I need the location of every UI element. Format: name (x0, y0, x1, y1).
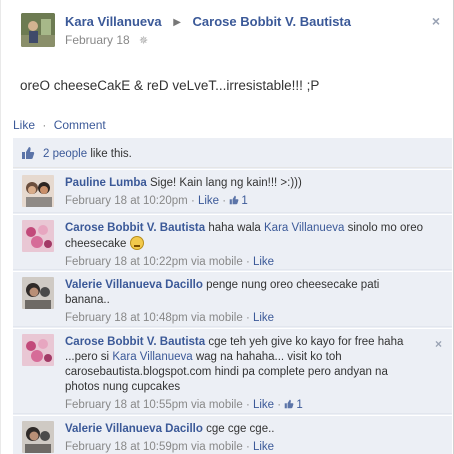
comment-text: cge cge cge.. (206, 423, 275, 435)
arrow-right-icon: ▶ (173, 17, 181, 28)
comment-link[interactable]: Comment (54, 118, 106, 132)
comment-via: via mobile (190, 441, 243, 453)
comment-like-link[interactable]: Like (253, 256, 274, 268)
post-date-row: February 18 ✵ (65, 33, 148, 47)
comment-author[interactable]: Pauline Lumba (65, 177, 147, 189)
action-bar: Like · Comment (13, 118, 452, 136)
commenter-avatar[interactable] (22, 220, 54, 252)
comment-item: Valerie Villanueva Dacillo penge nung or… (13, 271, 452, 327)
comment-body: Valerie Villanueva Dacillo cge cge cge..… (65, 422, 425, 454)
comment-item: Valerie Villanueva Dacillo cge cge cge..… (13, 415, 452, 454)
gear-icon: ✵ (139, 35, 149, 47)
comment-author[interactable]: Carose Bobbit V. Bautista (65, 222, 205, 234)
comment-like-link[interactable]: Like (198, 195, 219, 207)
post-message: oreO cheeseCakE & reD veLveT...irresista… (20, 78, 320, 93)
comment-meta: February 18 at 10:55pm via mobile · Like… (65, 399, 303, 411)
comment-time[interactable]: February 18 at 10:55pm (65, 399, 188, 411)
avatar-image (22, 220, 54, 252)
thumbs-up-icon (22, 147, 35, 159)
comment-via: via mobile (190, 312, 243, 324)
mention-link[interactable]: Kara Villanueva (264, 222, 344, 234)
likes-suffix: like this. (90, 148, 132, 160)
avatar-image (22, 277, 54, 309)
post-date[interactable]: February 18 (65, 33, 130, 47)
commenter-avatar[interactable] (22, 277, 54, 309)
likes-summary: 2 people like this. (13, 138, 452, 168)
commenter-avatar[interactable] (22, 421, 54, 453)
comment-item: Carose Bobbit V. Bautista cge teh yeh gi… (13, 328, 452, 414)
comment-item: Pauline Lumba Sige! Kain lang ng kain!!!… (13, 169, 452, 213)
comment-meta: February 18 at 10:48pm via mobile · Like (65, 312, 275, 324)
comment-like-link[interactable]: Like (253, 441, 274, 453)
post-names: Kara Villanueva ▶ Carose Bobbit V. Bauti… (65, 14, 351, 29)
comment-body: Valerie Villanueva Dacillo penge nung or… (65, 278, 425, 326)
like-link[interactable]: Like (13, 118, 35, 132)
close-icon[interactable]: × (435, 337, 442, 351)
thumbs-up-icon (230, 195, 239, 205)
avatar-image (22, 334, 54, 366)
like-count-value: 1 (296, 399, 303, 411)
commenter-avatar[interactable] (22, 334, 54, 366)
comment-text: Sige! Kain lang ng kain!!! >:))) (150, 177, 302, 189)
comment-like-link[interactable]: Like (253, 312, 274, 324)
comment-author[interactable]: Valerie Villanueva Dacillo (65, 423, 203, 435)
comment-like-count[interactable]: 1 (284, 399, 303, 411)
comment-body: Pauline Lumba Sige! Kain lang ng kain!!!… (65, 176, 425, 209)
commenter-avatar[interactable] (22, 175, 54, 207)
author-avatar[interactable] (21, 13, 55, 47)
comment-meta: February 18 at 10:22pm via mobile · Like (65, 256, 275, 268)
like-count-value: 1 (241, 195, 248, 207)
post-header: Kara Villanueva ▶ Carose Bobbit V. Bauti… (1, 0, 454, 60)
avatar-image (22, 175, 54, 207)
likes-count-link[interactable]: 2 people (43, 148, 87, 160)
avatar-image (22, 421, 54, 453)
comment-text-a: haha wala (208, 222, 261, 234)
comment-via: via mobile (190, 399, 243, 411)
comment-like-link[interactable]: Like (253, 399, 274, 411)
comment-via: via mobile (190, 256, 243, 268)
comment-time[interactable]: February 18 at 10:59pm (65, 441, 188, 453)
mention-link[interactable]: Kara Villanueva (112, 351, 192, 363)
likes-text: 2 people like this. (43, 148, 132, 160)
comment-time[interactable]: February 18 at 10:20pm (65, 195, 188, 207)
comment-like-count[interactable]: 1 (229, 195, 248, 207)
comment-time[interactable]: February 18 at 10:22pm (65, 256, 188, 268)
thumbs-up-icon (285, 399, 294, 409)
comment-item: Carose Bobbit V. Bautista haha wala Kara… (13, 214, 452, 270)
comment-body: Carose Bobbit V. Bautista haha wala Kara… (65, 221, 425, 270)
action-separator: · (42, 118, 47, 132)
comment-meta: February 18 at 10:20pm · Like · 1 (65, 195, 248, 207)
comment-time[interactable]: February 18 at 10:48pm (65, 312, 188, 324)
post-target-link[interactable]: Carose Bobbit V. Bautista (193, 14, 351, 29)
smiley-icon (129, 236, 144, 250)
close-icon[interactable]: × (432, 14, 440, 28)
feedback-panel: 2 people like this. Pauline Lumba Sige! … (13, 138, 452, 454)
story-post: Kara Villanueva ▶ Carose Bobbit V. Bauti… (0, 0, 454, 454)
comment-author[interactable]: Valerie Villanueva Dacillo (65, 279, 203, 291)
avatar-image (21, 13, 55, 47)
comment-meta: February 18 at 10:59pm via mobile · Like (65, 441, 275, 453)
post-author-link[interactable]: Kara Villanueva (65, 14, 162, 29)
comment-author[interactable]: Carose Bobbit V. Bautista (65, 336, 205, 348)
comment-body: Carose Bobbit V. Bautista cge teh yeh gi… (65, 335, 415, 413)
